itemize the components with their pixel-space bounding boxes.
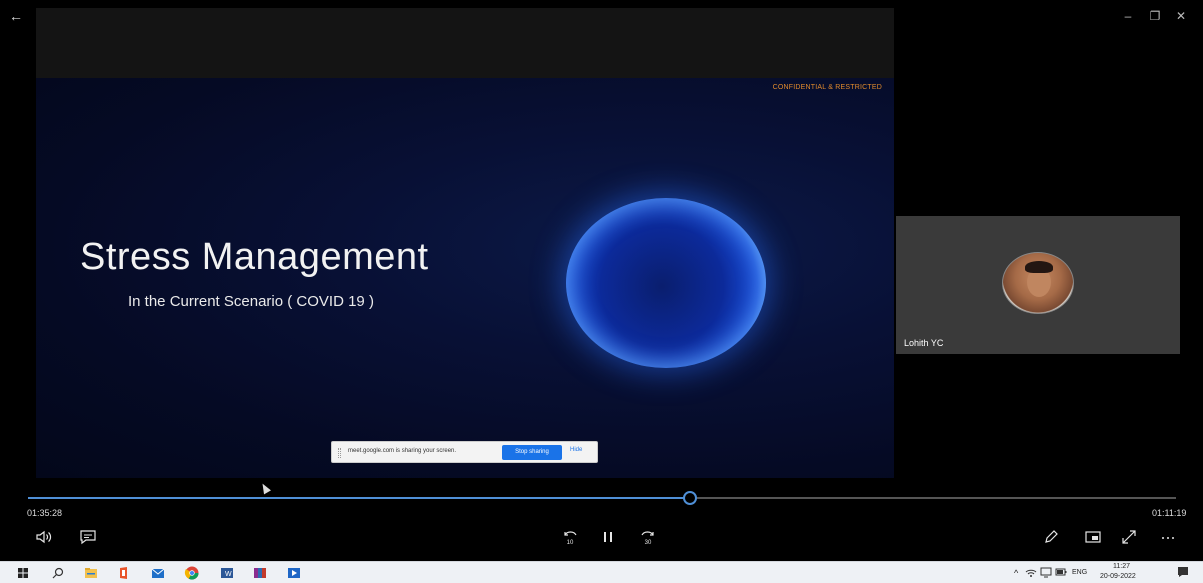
mail-icon[interactable] [150,565,166,581]
slide-title: Stress Management [80,236,429,278]
screen-share-banner: meet.google.com is sharing your screen. … [331,441,598,463]
pen-icon[interactable] [1040,525,1062,547]
back-arrow-icon[interactable]: ← [8,7,24,25]
windows-start-icon[interactable] [15,565,31,581]
svg-text:10: 10 [567,540,574,546]
word-icon[interactable]: W [219,565,235,581]
seek-thumb[interactable] [683,491,698,505]
office-icon[interactable] [116,565,132,581]
seek-bar-progress [28,497,691,499]
stop-sharing-button[interactable]: Stop sharing [502,445,562,460]
search-icon[interactable] [50,565,66,581]
more-options-icon[interactable] [1156,525,1180,547]
pause-button[interactable] [598,525,618,547]
slide-subtitle: In the Current Scenario ( COVID 19 ) [128,293,374,310]
maximize-button[interactable]: ❐ [1144,6,1166,26]
confidential-label: CONFIDENTIAL & RESTRICTED [772,84,882,91]
skip-forward-30-button[interactable]: 30 [636,525,660,547]
participant-name: Lohith YC [904,338,944,348]
close-button[interactable]: ✕ [1170,6,1192,26]
participant-tile: Lohith YC [896,216,1180,354]
glowing-sphere-image [566,198,766,368]
chrome-icon[interactable] [184,565,200,581]
fullscreen-icon[interactable] [1118,525,1140,547]
notifications-icon[interactable] [1176,565,1190,579]
remaining-time: 01:11:19 [1152,508,1187,518]
window-titlebar: ← – ❐ ✕ [0,0,1203,36]
svg-text:W: W [225,571,232,578]
drag-handle-icon[interactable] [338,448,341,458]
clock-time[interactable]: 11:27 [1113,563,1130,570]
hide-button[interactable]: Hide [570,447,582,453]
share-banner-text: meet.google.com is sharing your screen. [348,448,457,454]
clock-date[interactable]: 20-09-2022 [1100,573,1136,580]
minimize-button[interactable]: – [1117,6,1139,26]
subtitles-icon[interactable] [76,525,100,547]
battery-icon[interactable] [1055,566,1067,578]
video-area: CONFIDENTIAL & RESTRICTED Stress Managem… [0,0,1203,495]
movies-tv-icon[interactable] [286,565,302,581]
elapsed-time: 01:35:28 [27,508,63,518]
network-icon[interactable] [1025,566,1037,578]
volume-icon[interactable] [32,525,56,547]
file-explorer-icon[interactable] [83,565,99,581]
winrar-icon[interactable] [252,565,268,581]
mouse-cursor-icon [259,481,271,495]
seek-bar[interactable] [28,491,1176,505]
language-indicator[interactable]: ENG [1072,569,1087,576]
display-icon[interactable] [1040,566,1052,578]
skip-back-10-button[interactable]: 10 [558,525,582,547]
presentation-slide: CONFIDENTIAL & RESTRICTED Stress Managem… [36,78,894,478]
svg-text:30: 30 [645,540,652,546]
avatar-hair [1025,261,1053,273]
mini-player-icon[interactable] [1082,525,1104,547]
tray-chevron-icon[interactable]: ^ [1014,568,1018,578]
avatar [1002,252,1074,314]
windows-taskbar: W ^ ENG 11:27 20-09-2022 [0,561,1203,583]
